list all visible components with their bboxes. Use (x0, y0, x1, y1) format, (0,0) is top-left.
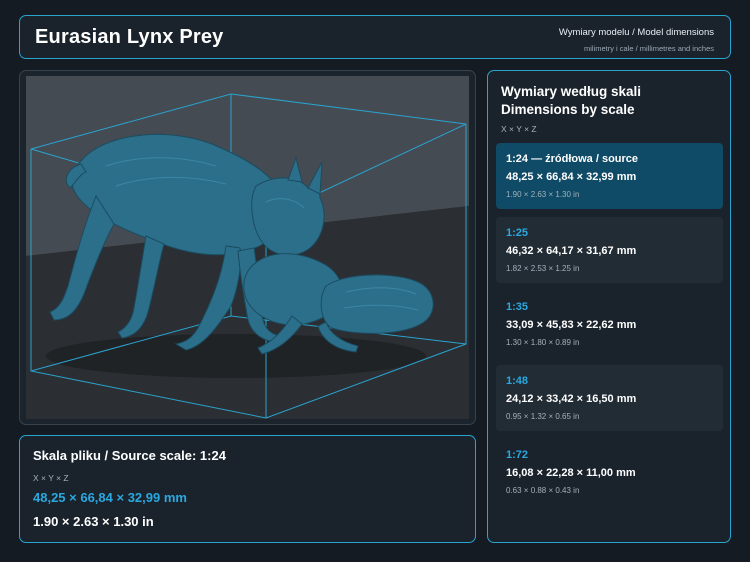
scale-card-label: 1:48 (506, 375, 529, 387)
source-scale-title: Skala pliku / Source scale: 1:24 (33, 448, 226, 463)
scale-card-mm: 33,09 × 45,83 × 22,62 mm (506, 319, 637, 331)
scale-card-label: 1:25 (506, 227, 529, 239)
scale-card-in: 0.63 × 0.88 × 0.43 in (506, 486, 580, 495)
scale-card-label: 1:35 (506, 301, 529, 313)
scale-card-in: 1.30 × 1.80 × 0.89 in (506, 338, 580, 347)
page-title: Eurasian Lynx Prey (35, 26, 224, 48)
scale-list-title-en: Dimensions by scale (501, 102, 635, 117)
source-scale-panel: Skala pliku / Source scale: 1:24 X × Y ×… (19, 435, 476, 543)
header-subtitle: Wymiary modelu / Model dimensions (558, 27, 714, 38)
source-dimensions-mm: 48,25 × 66,84 × 32,99 mm (33, 490, 187, 505)
scale-card-label: 1:72 (506, 449, 529, 461)
scale-card-1-24[interactable]: 1:24 — źródłowa / source 48,25 × 66,84 ×… (496, 143, 723, 209)
scale-list-title-pl: Wymiary według skali (501, 84, 642, 99)
model-viewer[interactable] (19, 70, 476, 425)
scale-card-in: 1.82 × 2.53 × 1.25 in (506, 264, 580, 273)
header-units-note: milimetry i cale / millimetres and inche… (583, 44, 714, 53)
scale-card-mm: 48,25 × 66,84 × 32,99 mm (506, 171, 637, 183)
model-shadow (46, 334, 426, 378)
scale-card-1-35[interactable]: 1:35 33,09 × 45,83 × 22,62 mm 1.30 × 1.8… (496, 291, 723, 357)
scale-card-label: 1:24 — źródłowa / source (506, 153, 639, 165)
scale-card-1-25[interactable]: 1:25 46,32 × 64,17 × 31,67 mm 1.82 × 2.5… (496, 217, 723, 283)
scale-card-1-72[interactable]: 1:72 16,08 × 22,28 × 11,00 mm 0.63 × 0.8… (496, 439, 723, 505)
scale-card-mm: 16,08 × 22,28 × 11,00 mm (506, 467, 636, 479)
scale-card-in: 0.95 × 1.32 × 0.65 in (506, 412, 580, 421)
model-render (26, 76, 469, 419)
source-axes-label: X × Y × Z (33, 473, 69, 483)
scale-card-mm: 46,32 × 64,17 × 31,67 mm (506, 245, 637, 257)
source-dimensions-in: 1.90 × 2.63 × 1.30 in (33, 514, 154, 529)
scale-axes-label: X × Y × Z (501, 124, 537, 134)
header-bar: Eurasian Lynx Prey Wymiary modelu / Mode… (19, 15, 731, 59)
scale-list-panel: Wymiary według skali Dimensions by scale… (487, 70, 731, 543)
scale-card-in: 1.90 × 2.63 × 1.30 in (506, 190, 580, 199)
scale-card-1-48[interactable]: 1:48 24,12 × 33,42 × 16,50 mm 0.95 × 1.3… (496, 365, 723, 431)
scale-card-mm: 24,12 × 33,42 × 16,50 mm (506, 393, 637, 405)
